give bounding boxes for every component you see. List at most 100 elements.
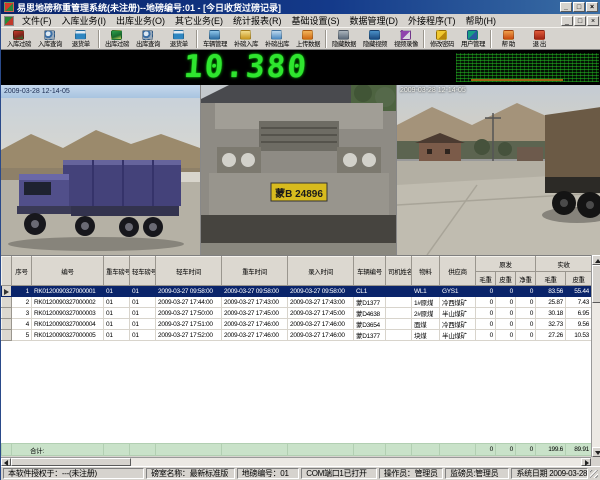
col-empty-scale-no[interactable]: 轻车磅号 — [130, 257, 156, 286]
totals-row: 合计: 0 0 0 199.6 89.91 — [1, 443, 591, 457]
menu-plugins[interactable]: 外接程序(T) — [403, 13, 461, 28]
btn-outbound-weigh[interactable]: 出库过磅 — [101, 28, 132, 49]
camera-1-timestamp: 2009-03-28 12-14-05 — [1, 85, 200, 98]
col-driver-name[interactable]: 司机姓名 — [386, 257, 412, 286]
btn-inbound-weigh[interactable]: 入库过磅 — [3, 28, 34, 49]
scroll-right-icon[interactable] — [581, 458, 591, 466]
minimize-button-icon[interactable]: _ — [560, 2, 572, 12]
mdi-restore-icon[interactable]: □ — [574, 16, 586, 26]
status-operator: 操作员：管理员 — [379, 468, 443, 479]
exit-icon — [534, 30, 545, 40]
row-selector-header — [2, 257, 12, 286]
hide-data-icon — [338, 30, 349, 40]
vehicle-manage-icon — [209, 30, 220, 40]
close-button-icon[interactable]: × — [586, 2, 598, 12]
horizontal-scrollbar[interactable] — [1, 457, 591, 466]
records-table: 序号 编号 重车磅号 轻车磅号 轻车时间 重车时间 录入时间 车辆编号 司机姓名… — [1, 256, 591, 341]
table-row[interactable]: 4RK0120090327000004 0101 2009-03-27 17:5… — [2, 319, 592, 330]
table-row[interactable]: 2RK0120090327000002 0101 2009-03-27 17:4… — [2, 297, 592, 308]
btn-change-password[interactable]: 修改密码 — [426, 28, 457, 49]
col-received-gross[interactable]: 毛重 — [536, 272, 566, 286]
outbound-query-icon — [142, 30, 153, 40]
scroll-left-icon[interactable] — [1, 458, 11, 466]
scrollbar-corner — [591, 457, 600, 466]
records-grid: 序号 编号 重车磅号 轻车磅号 轻车时间 重车时间 录入时间 车辆编号 司机姓名… — [1, 255, 591, 443]
btn-help[interactable]: 帮 助 — [493, 28, 524, 49]
menu-other-business[interactable]: 其它业务(E) — [170, 13, 228, 28]
btn-makeup-outbound[interactable]: 补磅出库 — [261, 28, 292, 49]
btn-upload-data[interactable]: 上传数据 — [292, 28, 323, 49]
btn-user-manage[interactable]: 用户管理 — [457, 28, 488, 49]
total-received-tare: 89.91 — [566, 444, 592, 456]
camera-strip: 2009-03-28 12-14-05 — [1, 85, 600, 255]
row-selector-arrow — [2, 286, 12, 297]
menu-base-settings[interactable]: 基础设置(S) — [287, 13, 345, 28]
vertical-scroll-thumb[interactable] — [592, 265, 600, 303]
resize-grip[interactable] — [590, 468, 599, 479]
scroll-up-icon[interactable] — [592, 255, 600, 265]
toolbar-separator — [490, 30, 491, 48]
led-weight-value: 10.380 — [183, 49, 310, 85]
btn-makeup-inbound[interactable]: 补磅入库 — [230, 28, 261, 49]
hide-video-icon — [369, 30, 380, 40]
btn-hide-video[interactable]: 隐藏视频 — [359, 28, 390, 49]
horizontal-scroll-thumb[interactable] — [11, 458, 131, 466]
table-row[interactable]: 3RK0120090327000003 0101 2009-03-27 17:5… — [2, 308, 592, 319]
menu-file[interactable]: 文件(F) — [17, 13, 57, 28]
menu-inbound[interactable]: 入库业务(I) — [57, 13, 112, 28]
col-empty-time[interactable]: 轻车时间 — [156, 257, 222, 286]
btn-return-note-in[interactable]: 退货单 — [65, 28, 96, 49]
menu-reports[interactable]: 统计报表(R) — [228, 13, 287, 28]
vertical-scrollbar[interactable] — [591, 255, 600, 457]
col-origin-tare[interactable]: 皮重 — [496, 272, 516, 286]
btn-video-record[interactable]: 视频录像 — [390, 28, 421, 49]
col-loaded-scale-no[interactable]: 重车磅号 — [104, 257, 130, 286]
camera-3-timestamp: 2009-03-28 12-14-05 — [400, 87, 466, 94]
total-label: 合计: — [12, 444, 104, 456]
mdi-close-icon[interactable]: × — [587, 16, 599, 26]
btn-inbound-query[interactable]: 入库查询 — [34, 28, 65, 49]
camera-3-image — [397, 85, 600, 255]
col-entry-time[interactable]: 录入时间 — [288, 257, 354, 286]
outbound-weigh-icon — [111, 30, 122, 40]
title-bar: 易思地磅称重管理系统(未注册)--地磅编号:01 - [今日收货过磅记录] _ … — [1, 0, 600, 14]
col-received-tare[interactable]: 皮重 — [566, 272, 591, 286]
camera-1-image — [1, 98, 200, 255]
mdi-minimize-icon[interactable]: _ — [561, 16, 573, 26]
led-dot-matrix — [456, 53, 599, 82]
col-supplier[interactable]: 供应商 — [440, 257, 476, 286]
scroll-down-icon[interactable] — [592, 447, 600, 457]
col-loaded-time[interactable]: 重车时间 — [222, 257, 288, 286]
return-note-icon — [173, 30, 184, 40]
col-group-origin: 原发 — [476, 257, 536, 272]
video-record-icon — [400, 30, 411, 40]
menu-data-manage[interactable]: 数据管理(D) — [345, 13, 404, 28]
help-icon — [503, 30, 514, 40]
upload-data-icon — [302, 30, 313, 40]
btn-vehicle-manage[interactable]: 车辆管理 — [199, 28, 230, 49]
col-material[interactable]: 物料 — [412, 257, 440, 286]
btn-outbound-query[interactable]: 出库查询 — [132, 28, 163, 49]
maximize-button-icon[interactable]: □ — [573, 2, 585, 12]
btn-exit[interactable]: 退 出 — [524, 28, 555, 49]
license-plate-text: 蒙B 24896 — [275, 187, 323, 200]
menu-help[interactable]: 帮助(H) — [461, 13, 502, 28]
col-seq[interactable]: 序号 — [12, 257, 32, 286]
user-manage-icon — [467, 30, 478, 40]
camera-1-feed: 2009-03-28 12-14-05 — [1, 85, 200, 255]
toolbar-separator — [325, 30, 326, 48]
btn-return-note-out[interactable]: 退货单 — [163, 28, 194, 49]
table-row[interactable]: 1RK0120090327000001 0101 2009-03-27 09:5… — [2, 286, 592, 297]
status-system-date: 系统日期 2009-03-28 — [511, 468, 587, 479]
btn-hide-data[interactable]: 隐藏数据 — [328, 28, 359, 49]
toolbar-separator — [98, 30, 99, 48]
led-matrix-cursor-line — [471, 79, 563, 81]
col-record-no[interactable]: 编号 — [32, 257, 104, 286]
toolbar: 入库过磅 入库查询 退货单 出库过磅 出库查询 退货单 车辆管理 补磅入库 补磅… — [1, 28, 600, 50]
col-vehicle-no[interactable]: 车辆编号 — [354, 257, 386, 286]
total-origin-tare: 0 — [496, 444, 516, 456]
col-origin-net[interactable]: 净重 — [516, 272, 536, 286]
table-row[interactable]: 5RK0120090327000005 0101 2009-03-27 17:5… — [2, 330, 592, 341]
col-origin-gross[interactable]: 毛重 — [476, 272, 496, 286]
menu-outbound[interactable]: 出库业务(O) — [111, 13, 170, 28]
